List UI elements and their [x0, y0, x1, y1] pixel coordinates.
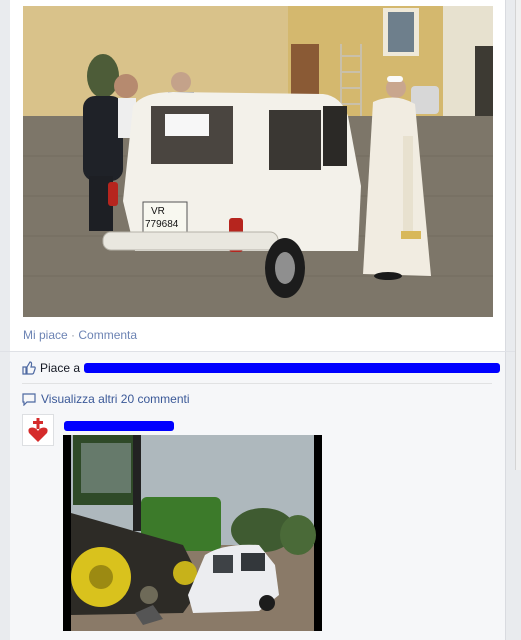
- more-comments-link[interactable]: Visualizza altri 20 commenti: [22, 392, 190, 406]
- likes-prefix: Piace a: [40, 361, 81, 375]
- more-comments-label: Visualizza altri 20 commenti: [41, 392, 190, 406]
- redacted-comment-author[interactable]: [64, 421, 174, 431]
- scrollbar[interactable]: [515, 0, 521, 470]
- photo-car-pope: VR 779684: [23, 6, 493, 317]
- comment-bubble-icon: [22, 392, 36, 406]
- redacted-likers[interactable]: [84, 363, 501, 373]
- post-card: VR 779684 Mi piace · Commenta: [10, 0, 506, 351]
- svg-text:779684: 779684: [145, 219, 179, 230]
- comment-item: [22, 414, 492, 640]
- comment-link[interactable]: Commenta: [78, 328, 137, 342]
- thumbs-up-icon: [22, 361, 36, 375]
- action-separator: ·: [71, 328, 76, 342]
- feedback-divider: [22, 383, 492, 384]
- post-actions: Mi piace · Commenta: [23, 328, 137, 342]
- avatar[interactable]: [22, 414, 54, 446]
- like-link[interactable]: Mi piace: [23, 328, 68, 342]
- comment-photo[interactable]: [63, 435, 322, 631]
- feedback-section: Piace a Visualizza altri 20 commenti: [10, 352, 506, 640]
- photo-tractor-crushed-car: [71, 435, 316, 631]
- heart-cross-icon: [28, 418, 48, 442]
- likes-row: Piace a: [22, 359, 502, 377]
- svg-text:VR: VR: [151, 206, 165, 217]
- post-photo[interactable]: VR 779684: [23, 6, 493, 317]
